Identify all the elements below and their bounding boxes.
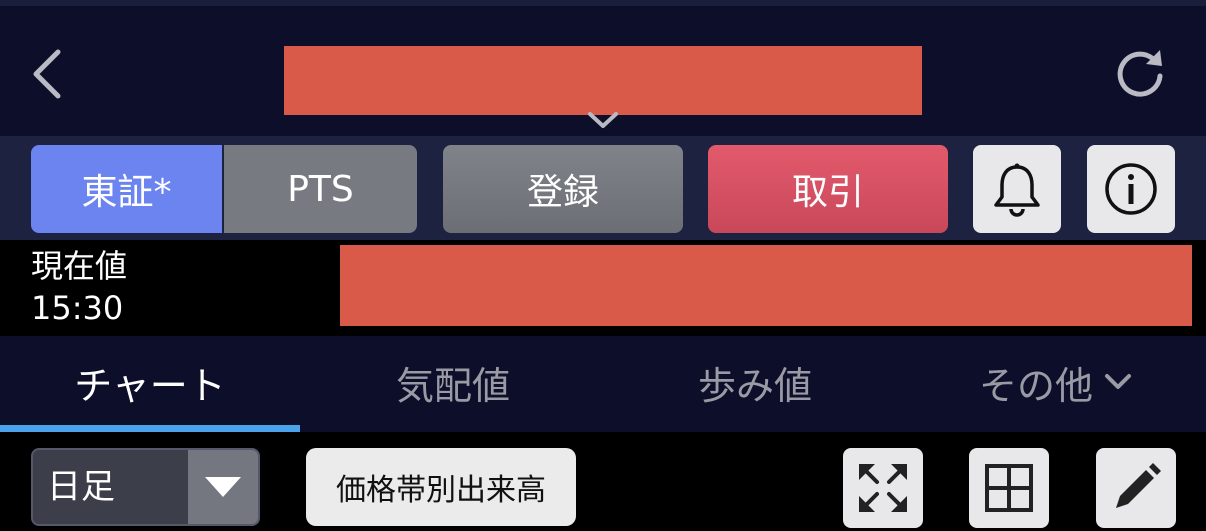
chevron-down-icon <box>1105 374 1131 389</box>
trade-button[interactable]: 取引 <box>708 145 948 233</box>
fullscreen-button[interactable] <box>843 448 923 528</box>
chevron-left-icon <box>33 49 61 99</box>
tab-time-and-sales[interactable]: 歩み値 <box>604 336 906 428</box>
alert-button[interactable] <box>973 145 1061 233</box>
market-pts-tab[interactable]: PTS <box>224 145 417 233</box>
market-tosho-tab[interactable]: 東証* <box>31 145 222 233</box>
price-timestamp: 15:30 <box>31 289 124 327</box>
chevron-down-icon[interactable] <box>586 112 620 130</box>
tab-other[interactable]: その他 <box>906 336 1206 428</box>
active-tab-indicator <box>0 425 300 432</box>
current-price-label: 現在値 <box>31 247 128 285</box>
layout-grid-button[interactable] <box>969 448 1049 528</box>
register-button[interactable]: 登録 <box>443 145 683 233</box>
expand-icon <box>859 464 907 512</box>
draw-tool-button[interactable] <box>1096 448 1176 528</box>
pencil-icon <box>1116 463 1161 508</box>
triangle-down-icon <box>205 477 241 497</box>
stock-title-redacted[interactable] <box>284 46 922 115</box>
status-strip <box>0 0 1206 6</box>
period-select-value: 日足 <box>47 467 115 507</box>
tab-other-label: その他 <box>978 363 1093 408</box>
volume-by-price-button[interactable]: 価格帯別出来高 <box>306 448 576 526</box>
info-icon <box>1105 163 1157 215</box>
back-button[interactable] <box>28 48 68 100</box>
period-dropdown-toggle[interactable] <box>188 450 258 524</box>
refresh-icon <box>1117 50 1163 97</box>
tab-quote[interactable]: 気配値 <box>302 336 604 428</box>
period-select[interactable]: 日足 <box>31 448 260 526</box>
grid-layout-icon <box>985 464 1033 512</box>
bell-icon <box>994 163 1040 217</box>
refresh-button[interactable] <box>1112 44 1168 100</box>
tab-chart[interactable]: チャート <box>0 336 300 428</box>
price-value-redacted <box>340 245 1192 326</box>
info-button[interactable] <box>1087 145 1175 233</box>
